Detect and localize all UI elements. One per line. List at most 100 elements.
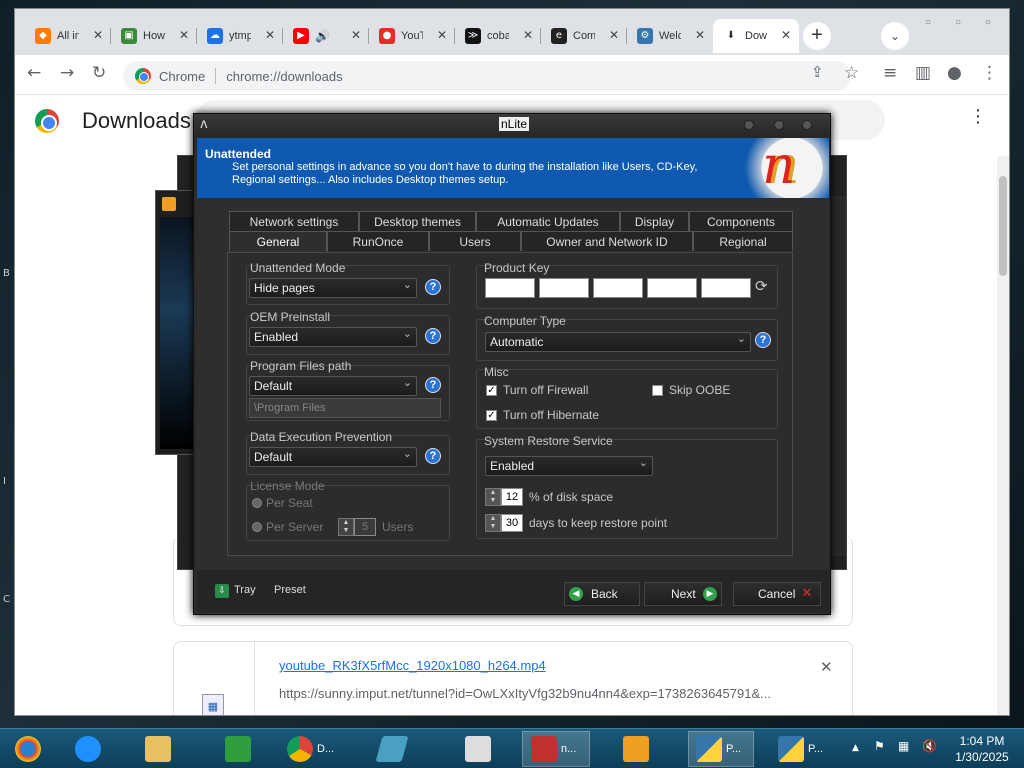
taskbar-python-1[interactable]: P...: [688, 731, 754, 767]
taskbar-explorer[interactable]: [132, 731, 184, 767]
tab-downloads[interactable]: ⬇ Dow ✕: [713, 19, 799, 53]
side-panel-icon[interactable]: ▥: [915, 63, 931, 83]
download-filename-link[interactable]: youtube_RK3fX5rfMcc_1920x1080_h264.mp4: [279, 658, 546, 673]
close-icon[interactable]: ✕: [523, 28, 533, 42]
help-icon[interactable]: ?: [425, 328, 441, 344]
star-icon[interactable]: ☆: [844, 63, 859, 83]
taskbar-ie[interactable]: [62, 731, 114, 767]
tab-display[interactable]: Display: [620, 211, 689, 231]
tab-8[interactable]: ⚙ Welc ✕: [627, 19, 713, 53]
computer-type-dropdown[interactable]: Automatic: [485, 330, 751, 352]
tab-7[interactable]: e Com ✕: [541, 19, 627, 53]
close-window-button[interactable]: ○: [985, 17, 991, 28]
dep-dropdown[interactable]: Default: [249, 445, 417, 467]
tab-automatic-updates[interactable]: Automatic Updates: [476, 211, 620, 231]
users-count[interactable]: 5: [354, 518, 376, 536]
tab-search-button[interactable]: ⌄: [881, 22, 909, 50]
tab-components[interactable]: Components: [689, 211, 793, 231]
taskbar-nlite[interactable]: n...: [522, 731, 590, 767]
tab-general[interactable]: General: [229, 231, 327, 253]
close-icon[interactable]: ✕: [695, 28, 705, 42]
back-icon[interactable]: ←: [27, 63, 41, 83]
cancel-button[interactable]: Cancel ✕: [733, 582, 821, 606]
help-icon[interactable]: ?: [755, 332, 771, 348]
skip-oobe-checkbox[interactable]: [652, 385, 663, 396]
help-icon[interactable]: ?: [425, 279, 441, 295]
close-icon[interactable]: ✕: [351, 28, 361, 42]
taskbar-python-2[interactable]: P...: [770, 731, 836, 767]
hibernate-checkbox[interactable]: ✓: [486, 410, 497, 421]
minimize-button[interactable]: [744, 120, 754, 130]
start-button[interactable]: [2, 731, 54, 767]
per-server-radio[interactable]: [252, 522, 262, 532]
disk-space-spinner[interactable]: ▲ ▼: [485, 488, 501, 506]
oem-preinstall-dropdown[interactable]: Enabled: [249, 325, 417, 347]
volume-muted-icon[interactable]: 🔇: [922, 739, 937, 753]
help-icon[interactable]: ?: [425, 448, 441, 464]
tab-owner-network-id[interactable]: Owner and Network ID: [521, 231, 693, 251]
scrollbar[interactable]: [997, 156, 1009, 715]
flag-icon[interactable]: ⚑: [874, 739, 885, 753]
tab-desktop-themes[interactable]: Desktop themes: [359, 211, 476, 231]
refresh-icon[interactable]: ⟳: [755, 277, 768, 295]
tab-4[interactable]: ▶ 🔊 ✕: [283, 19, 369, 53]
tab-1[interactable]: ◆ All in ✕: [25, 19, 111, 53]
product-key-field-3[interactable]: [593, 278, 643, 298]
share-icon[interactable]: ⇪: [811, 63, 824, 81]
product-key-field-1[interactable]: [485, 278, 535, 298]
close-icon[interactable]: ✕: [265, 28, 275, 42]
disk-space-value[interactable]: 12: [501, 488, 523, 506]
product-key-field-4[interactable]: [647, 278, 697, 298]
restore-days-spinner[interactable]: ▲ ▼: [485, 514, 501, 532]
tab-5[interactable]: ● YouT ✕: [369, 19, 455, 53]
taskbar-media[interactable]: [610, 731, 662, 767]
taskbar-notepad[interactable]: [452, 731, 504, 767]
taskbar-chrome[interactable]: D...: [282, 731, 342, 767]
close-icon[interactable]: ✕: [179, 28, 189, 42]
product-key-field-5[interactable]: [701, 278, 751, 298]
forward-icon[interactable]: →: [60, 63, 74, 83]
help-icon[interactable]: ?: [425, 377, 441, 393]
network-icon[interactable]: ▦: [898, 739, 909, 753]
tab-users[interactable]: Users: [429, 231, 521, 251]
next-button[interactable]: Next ▶: [644, 582, 722, 606]
reload-icon[interactable]: ↻: [92, 63, 106, 83]
product-key-field-2[interactable]: [539, 278, 589, 298]
close-icon[interactable]: ✕: [93, 28, 103, 42]
system-restore-dropdown[interactable]: Enabled: [485, 454, 653, 476]
close-button[interactable]: [802, 120, 812, 130]
tab-network-settings[interactable]: Network settings: [229, 211, 359, 231]
address-bar[interactable]: Chrome chrome://downloads: [123, 61, 851, 91]
close-icon[interactable]: ✕: [437, 28, 447, 42]
tray-button[interactable]: Tray: [234, 584, 256, 596]
taskbar-store[interactable]: [212, 731, 264, 767]
tab-regional[interactable]: Regional: [693, 231, 793, 251]
maximize-button[interactable]: ○: [955, 17, 961, 28]
program-files-path-input[interactable]: \Program Files: [249, 398, 441, 418]
show-hidden-icons[interactable]: ▲: [852, 743, 859, 753]
tab-3[interactable]: ☁ ytmp ✕: [197, 19, 283, 53]
users-spinner[interactable]: ▲ ▼: [338, 518, 354, 536]
program-files-dropdown[interactable]: Default: [249, 374, 417, 396]
tab-runonce[interactable]: RunOnce: [327, 231, 429, 251]
more-menu-icon[interactable]: ⋮: [969, 106, 987, 127]
media-icon[interactable]: ≡: [883, 63, 897, 83]
taskbar-app-blue[interactable]: [366, 731, 418, 767]
close-icon[interactable]: ✕: [781, 28, 791, 42]
preset-button[interactable]: Preset: [274, 584, 306, 596]
menu-icon[interactable]: ⋮: [981, 63, 998, 83]
close-icon[interactable]: ✕: [609, 28, 619, 42]
clock[interactable]: 1:04 PM 1/30/2025: [950, 733, 1014, 765]
new-tab-button[interactable]: +: [803, 22, 831, 50]
maximize-button[interactable]: [774, 120, 784, 130]
unattended-mode-dropdown[interactable]: Hide pages: [249, 276, 417, 298]
audio-playing-icon[interactable]: 🔊: [315, 29, 337, 43]
tab-2[interactable]: ▣ How ✕: [111, 19, 197, 53]
per-seat-radio[interactable]: [252, 498, 262, 508]
minimize-button[interactable]: ○: [925, 17, 931, 28]
back-button[interactable]: ◀ Back: [564, 582, 640, 606]
firewall-checkbox[interactable]: ✓: [486, 385, 497, 396]
remove-download-icon[interactable]: ✕: [820, 658, 833, 676]
restore-days-value[interactable]: 30: [501, 514, 523, 532]
tab-6[interactable]: ≫ coba ✕: [455, 19, 541, 53]
